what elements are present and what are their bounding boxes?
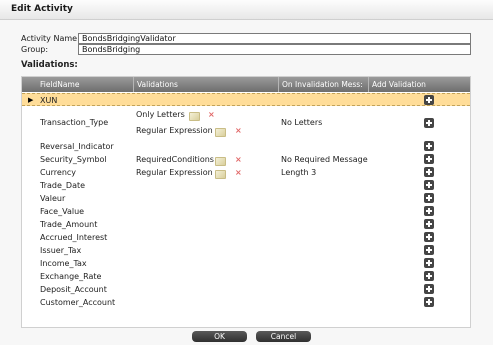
field-name-cell: Currency [40, 168, 77, 177]
add-validation-plus-icon[interactable] [424, 258, 434, 268]
validations-section-label: Validations: [21, 60, 78, 70]
edit-validation-icon[interactable] [189, 112, 200, 121]
add-validation-plus-icon[interactable] [424, 284, 434, 294]
validation-item-label: Regular Expression [136, 168, 213, 177]
field-name-cell: Valeur [40, 194, 66, 203]
cancel-button[interactable]: Cancel [256, 331, 311, 342]
edit-validation-icon[interactable] [215, 157, 226, 166]
row-selector-arrow-icon: ▶ [28, 96, 34, 104]
add-validation-plus-icon[interactable] [424, 245, 434, 255]
field-name-cell: Transaction_Type [40, 118, 109, 127]
edit-validation-icon[interactable] [215, 170, 226, 179]
add-validation-plus-icon[interactable] [424, 95, 434, 105]
field-name-cell: Exchange_Rate [40, 272, 102, 281]
dialog-titlebar: Edit Activity [0, 0, 493, 20]
column-header-validations[interactable]: Validations [134, 77, 279, 92]
validations-grid: FieldName Validations On Invalidation Me… [21, 76, 471, 328]
delete-validation-icon[interactable]: × [235, 169, 242, 177]
column-header-add-validation[interactable]: Add Validation [369, 77, 470, 92]
add-validation-plus-icon[interactable] [424, 118, 434, 128]
edit-activity-dialog: Edit Activity Activity Name: BondsBridgi… [0, 0, 493, 345]
field-name-cell: Reversal_Indicator [40, 142, 114, 151]
add-validation-plus-icon[interactable] [424, 141, 434, 151]
field-name-cell: Face_Value [40, 207, 85, 216]
add-validation-plus-icon[interactable] [424, 180, 434, 190]
add-validation-plus-icon[interactable] [424, 271, 434, 281]
column-header-fieldname[interactable]: FieldName [37, 77, 134, 92]
validation-item-label: Only Letters [136, 110, 185, 119]
add-validation-plus-icon[interactable] [424, 193, 434, 203]
delete-validation-icon[interactable]: × [235, 127, 242, 135]
grid-header: FieldName Validations On Invalidation Me… [22, 77, 470, 92]
column-header-on-invalidation-message[interactable]: On Invalidation Mess: [279, 77, 369, 92]
activity-name-label: Activity Name: [21, 34, 80, 43]
delete-validation-icon[interactable]: × [208, 111, 215, 119]
add-validation-plus-icon[interactable] [424, 154, 434, 164]
edit-validation-icon[interactable] [215, 128, 226, 137]
validation-item-label: RequiredConditions [136, 155, 214, 164]
field-name-cell: Security_Symbol [40, 155, 107, 164]
invalidation-message-cell: No Letters [281, 118, 323, 127]
field-name-cell: Accrued_Interest [40, 233, 108, 242]
validation-item-label: Regular Expression [136, 126, 213, 135]
field-name-cell: Trade_Amount [40, 220, 98, 229]
field-name-cell: Trade_Date [40, 181, 86, 190]
group-label: Group: [21, 45, 49, 54]
add-validation-plus-icon[interactable] [424, 206, 434, 216]
add-validation-plus-icon[interactable] [424, 297, 434, 307]
field-name-cell: Deposit_Account [40, 285, 107, 294]
field-name-cell: Issuer_Tax [40, 246, 82, 255]
group-field[interactable]: BondsBridging [78, 44, 471, 55]
dialog-title: Edit Activity [11, 4, 73, 14]
field-name-cell: Income_Tax [40, 259, 87, 268]
invalidation-message-cell: Length 3 [281, 168, 317, 177]
invalidation-message-cell: No Required Message [281, 155, 368, 164]
table-row-selected[interactable]: ▶ XUN [22, 93, 470, 106]
add-validation-plus-icon[interactable] [424, 232, 434, 242]
delete-validation-icon[interactable]: × [235, 156, 242, 164]
add-validation-plus-icon[interactable] [424, 219, 434, 229]
field-name-cell: Customer_Account [40, 298, 116, 307]
ok-button[interactable]: OK [192, 331, 247, 342]
add-validation-plus-icon[interactable] [424, 167, 434, 177]
field-name-cell: XUN [40, 96, 58, 105]
activity-name-field[interactable]: BondsBridgingValidator [78, 33, 471, 44]
